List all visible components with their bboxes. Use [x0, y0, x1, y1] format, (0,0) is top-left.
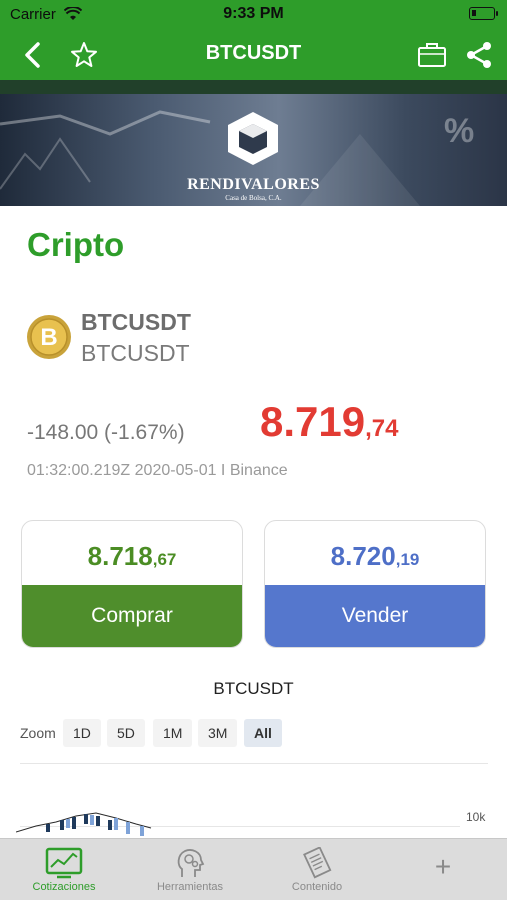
sell-button[interactable]: Vender — [265, 585, 485, 647]
buy-price: 8.718,67 — [22, 541, 242, 572]
sell-card[interactable]: 8.720,19 Vender — [264, 520, 486, 648]
promo-banner[interactable]: % RENDIVALORES Casa de Bolsa, C.A. — [0, 94, 507, 206]
tab-cotizaciones[interactable]: Cotizaciones — [9, 843, 119, 900]
zoom-5d-button[interactable]: 5D — [107, 719, 145, 747]
candlestick-chart[interactable] — [16, 808, 156, 838]
banner-subtitle: Casa de Bolsa, C.A. — [225, 194, 282, 202]
nav-divider — [0, 80, 507, 94]
tab-contenido[interactable]: Contenido — [262, 843, 372, 900]
section-title: Cripto — [27, 226, 125, 263]
instrument-name: BTCUSDT — [81, 340, 190, 366]
zoom-3m-button[interactable]: 3M — [198, 719, 238, 747]
chart-monitor-icon — [45, 847, 83, 879]
clock: 9:33 PM — [223, 5, 284, 22]
tab-herramientas[interactable]: Herramientas — [135, 843, 245, 900]
buy-button[interactable]: Comprar — [22, 585, 242, 647]
sell-price: 8.720,19 — [265, 541, 485, 572]
document-icon — [303, 847, 332, 879]
briefcase-icon[interactable] — [416, 39, 448, 71]
svg-text:B: B — [40, 324, 57, 351]
y-axis-label: 10k — [466, 810, 486, 824]
share-icon[interactable] — [463, 39, 495, 71]
last-price-integer: 8.719 — [260, 398, 366, 445]
tab-more[interactable]: + — [388, 843, 498, 900]
zoom-label: Zoom — [20, 725, 56, 741]
plus-icon: + — [434, 851, 452, 882]
rendivalores-logo-icon — [228, 112, 278, 165]
buy-price-integer: 8.718 — [87, 541, 153, 571]
chart-title: BTCUSDT — [213, 679, 294, 698]
tab-label-herramientas: Herramientas — [156, 881, 224, 893]
last-price-decimals: ,74 — [365, 415, 399, 442]
quote-meta: 01:32:00.219Z 2020-05-01 I Binance — [27, 462, 288, 479]
tab-label-cotizaciones: Cotizaciones — [32, 881, 96, 893]
chart-divider — [20, 763, 488, 764]
sell-price-decimals: ,19 — [395, 550, 420, 569]
battery-icon — [469, 7, 498, 20]
buy-price-decimals: ,67 — [152, 550, 177, 569]
zoom-1d-button[interactable]: 1D — [63, 719, 101, 747]
banner-percent-graphic: % — [444, 112, 475, 150]
head-gears-icon — [177, 849, 205, 877]
status-bar: Carrier 9:33 PM — [0, 0, 507, 30]
last-price: 8.719,74 — [260, 398, 398, 446]
bitcoin-icon: B — [27, 315, 71, 359]
buy-card[interactable]: 8.718,67 Comprar — [21, 520, 243, 648]
instrument-symbol: BTCUSDT — [81, 309, 191, 335]
price-change: -148.00 (-1.67%) — [27, 421, 185, 444]
tab-bar: Cotizaciones Herramientas Contenido + — [0, 838, 507, 900]
nav-bar: BTCUSDT — [0, 30, 507, 80]
zoom-1m-button[interactable]: 1M — [153, 719, 193, 747]
sell-price-integer: 8.720 — [330, 541, 396, 571]
zoom-all-button[interactable]: All — [244, 719, 282, 747]
tab-label-contenido: Contenido — [291, 881, 343, 893]
banner-brand: RENDIVALORES — [187, 176, 320, 193]
